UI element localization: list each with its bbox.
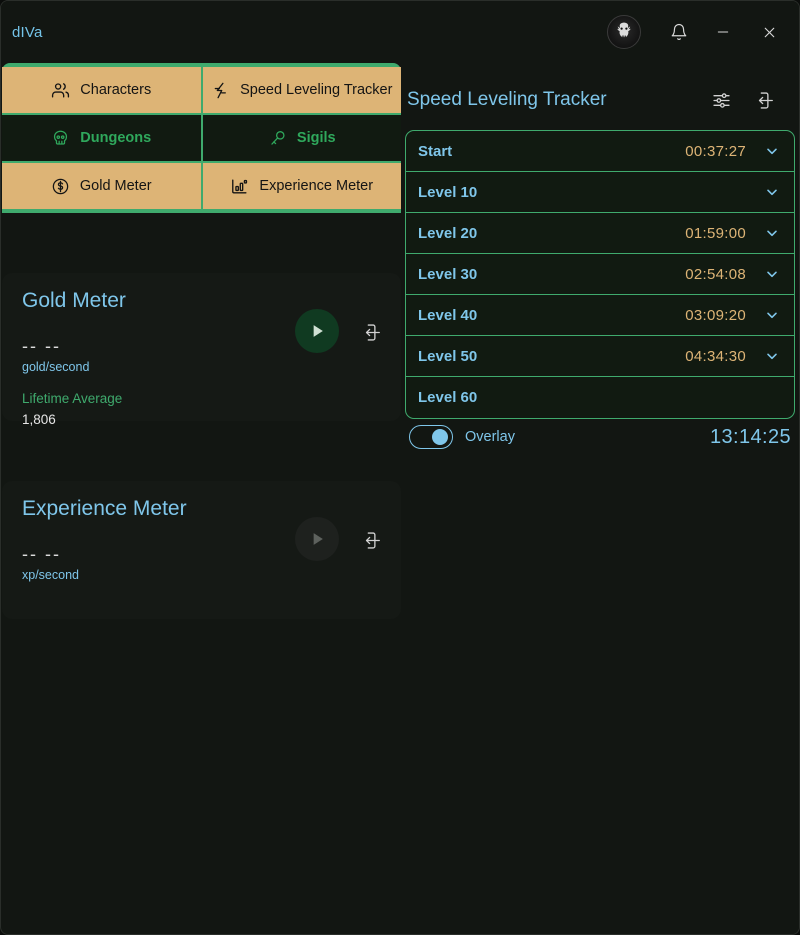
experience-meter-play-button[interactable] <box>295 517 339 561</box>
tab-speed-leveling-tracker-label: Speed Leveling Tracker <box>240 82 393 98</box>
popout-icon <box>758 91 773 109</box>
level-list: Start 00:37:27 Level 10 Level 20 01:59:0… <box>405 130 795 419</box>
gold-meter-value: -- -- <box>22 336 61 356</box>
level-row-time: 01:59:00 <box>685 224 746 242</box>
app-title: dIVa <box>12 23 43 41</box>
table-row[interactable]: Start 00:37:27 <box>406 131 794 172</box>
lightning-icon <box>211 81 230 100</box>
title-bar: dIVa <box>1 1 799 63</box>
table-row[interactable]: Level 20 01:59:00 <box>406 213 794 254</box>
notifications-button[interactable] <box>657 10 701 54</box>
gold-meter-lifetime-average-value: 1,806 <box>22 412 56 427</box>
tab-gold-meter-label: Gold Meter <box>79 178 152 194</box>
experience-meter-value: -- -- <box>22 544 61 564</box>
tab-experience-meter[interactable]: Experience Meter <box>202 163 401 209</box>
tab-dungeons-label: Dungeons <box>80 130 152 146</box>
chevron-down-icon[interactable] <box>764 225 780 241</box>
table-row[interactable]: Level 30 02:54:08 <box>406 254 794 295</box>
tab-sigils[interactable]: Sigils <box>202 115 401 161</box>
level-row-time: 02:54:08 <box>685 265 746 283</box>
tracker-popout-button[interactable] <box>746 83 780 117</box>
key-icon <box>268 129 287 148</box>
tab-characters[interactable]: Characters <box>2 67 201 113</box>
popout-icon <box>365 531 380 549</box>
experience-meter-card: Experience Meter -- -- xp/second <box>2 481 401 619</box>
tab-sigils-label: Sigils <box>296 130 336 146</box>
dollar-circle-icon <box>51 177 70 196</box>
demon-emblem-avatar-icon[interactable] <box>607 15 641 49</box>
session-timer: 13:14:25 <box>709 425 791 448</box>
level-row-label: Level 50 <box>418 347 478 365</box>
overlay-toggle-knob <box>432 429 448 445</box>
gold-meter-card: Gold Meter -- -- gold/second Lifetime Av… <box>2 273 401 427</box>
sliders-icon <box>712 92 730 108</box>
overlay-toggle[interactable] <box>409 425 453 449</box>
gold-meter-popout-button[interactable] <box>357 319 383 345</box>
chevron-down-icon[interactable] <box>764 184 780 200</box>
left-panel: Characters Speed Leveling Tracker Dungeo… <box>2 63 401 934</box>
gold-meter-title: Gold Meter <box>22 289 126 312</box>
level-row-time: 04:34:30 <box>685 347 746 365</box>
table-row[interactable]: Level 60 <box>406 377 794 418</box>
gold-meter-play-button[interactable] <box>295 309 339 353</box>
table-row[interactable]: Level 10 <box>406 172 794 213</box>
close-icon <box>764 27 774 37</box>
users-icon <box>51 81 70 100</box>
level-row-label: Level 20 <box>418 224 478 242</box>
tab-grid: Characters Speed Leveling Tracker Dungeo… <box>2 63 401 213</box>
level-row-label: Level 30 <box>418 265 478 283</box>
level-row-time: 03:09:20 <box>685 306 746 324</box>
bar-chart-icon <box>230 177 249 196</box>
play-icon <box>313 325 323 337</box>
right-panel: Speed Leveling Tracker Start 00:37:27 Le… <box>401 63 799 934</box>
chevron-down-icon[interactable] <box>764 307 780 323</box>
overlay-label: Overlay <box>465 429 515 445</box>
app-window: dIVa Characters Speed Leveling Tracker D… <box>0 0 800 935</box>
play-icon <box>313 533 323 545</box>
level-row-label: Level 40 <box>418 306 478 324</box>
close-button[interactable] <box>747 10 791 54</box>
tracker-title: Speed Leveling Tracker <box>407 89 607 110</box>
overlay-bar: Overlay 13:14:25 <box>409 421 795 453</box>
experience-meter-unit: xp/second <box>22 568 79 582</box>
tab-experience-meter-label: Experience Meter <box>259 178 374 194</box>
minimize-icon <box>717 31 729 33</box>
tab-gold-meter[interactable]: Gold Meter <box>2 163 201 209</box>
chevron-down-icon[interactable] <box>764 348 780 364</box>
experience-meter-title: Experience Meter <box>22 497 187 520</box>
level-row-time: 00:37:27 <box>685 142 746 160</box>
popout-icon <box>365 323 380 341</box>
chevron-down-icon[interactable] <box>764 266 780 282</box>
demon-emblem-glyph <box>617 22 631 38</box>
tracker-header: Speed Leveling Tracker <box>401 77 799 123</box>
table-row[interactable]: Level 50 04:34:30 <box>406 336 794 377</box>
chevron-down-icon[interactable] <box>764 143 780 159</box>
table-row[interactable]: Level 40 03:09:20 <box>406 295 794 336</box>
level-row-label: Start <box>418 142 453 160</box>
tracker-settings-button[interactable] <box>704 83 738 117</box>
tab-characters-label: Characters <box>80 82 152 98</box>
level-row-label: Level 60 <box>418 389 478 406</box>
bell-icon <box>671 23 687 41</box>
tab-speed-leveling-tracker[interactable]: Speed Leveling Tracker <box>202 67 401 113</box>
skull-icon <box>51 129 70 148</box>
gold-meter-lifetime-average-label: Lifetime Average <box>22 391 123 406</box>
experience-meter-popout-button[interactable] <box>357 527 383 553</box>
gold-meter-unit: gold/second <box>22 360 90 374</box>
tab-dungeons[interactable]: Dungeons <box>2 115 201 161</box>
minimize-button[interactable] <box>701 10 745 54</box>
level-row-label: Level 10 <box>418 183 478 201</box>
